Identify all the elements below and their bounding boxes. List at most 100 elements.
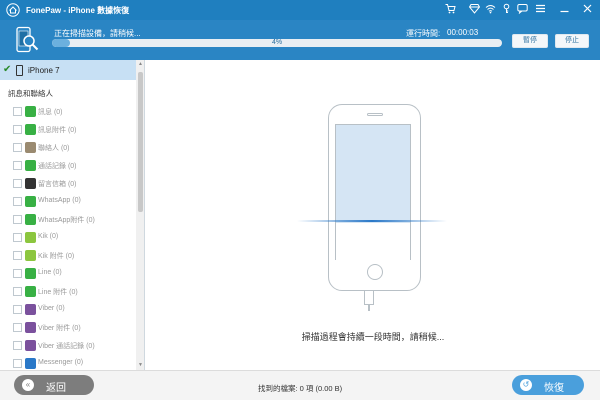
cart-icon[interactable] xyxy=(444,3,457,16)
scan-main-area: 掃描過程會持續一段時間，請稍候... xyxy=(146,60,600,370)
category-checkbox[interactable] xyxy=(13,215,22,224)
scan-progress-header: 正在掃描設備，請稍候... 運行時間: 00:00:03 4% 暫停 停止 xyxy=(0,20,600,60)
category-checkbox[interactable] xyxy=(13,341,22,350)
line-attachment-icon xyxy=(25,286,36,297)
category-checkbox[interactable] xyxy=(13,305,22,314)
runtime-value: 00:00:03 xyxy=(447,28,479,37)
category-item[interactable]: 聯絡人 (0) xyxy=(13,141,135,155)
category-label: Line 附件 (0) xyxy=(38,289,78,296)
category-item[interactable]: 訊息 (0) xyxy=(13,105,135,119)
category-label: Viber 附件 (0) xyxy=(38,325,81,332)
phone-speaker xyxy=(367,113,383,116)
category-label: WhatsApp附件 (0) xyxy=(38,217,95,224)
category-item[interactable]: 留言信箱 (0) xyxy=(13,177,135,191)
category-label: WhatsApp (0) xyxy=(38,197,81,204)
viber-attachment-icon xyxy=(25,322,36,333)
phone-icon xyxy=(25,160,36,171)
close-icon[interactable] xyxy=(581,3,594,16)
viber-calls-icon xyxy=(25,340,36,351)
whatsapp-icon xyxy=(25,196,36,207)
category-checkbox[interactable] xyxy=(13,125,22,134)
scroll-down-icon[interactable]: ▼ xyxy=(137,362,144,368)
phone-screen xyxy=(335,124,411,261)
iphone-icon xyxy=(16,65,23,76)
category-item[interactable]: Viber 通話記錄 (0) xyxy=(13,339,135,353)
window-title: FonePaw - iPhone 數據恢復 xyxy=(26,6,130,15)
device-row[interactable]: ✔ iPhone 7 xyxy=(0,60,136,80)
phone-home-button xyxy=(367,264,383,280)
category-label: Messenger (0) xyxy=(38,359,84,366)
category-label: Kik (0) xyxy=(38,233,59,240)
back-arrow-icon: « xyxy=(22,379,34,391)
category-item[interactable]: Viber (0) xyxy=(13,303,135,317)
scrollbar-thumb[interactable] xyxy=(138,72,143,212)
category-label: Viber (0) xyxy=(38,305,65,312)
scan-status-text: 正在掃描設備，請稍候... xyxy=(54,29,141,38)
message-icon xyxy=(25,106,36,117)
category-label: 訊息 (0) xyxy=(38,109,63,116)
title-bar: FonePaw - iPhone 數據恢復 xyxy=(0,0,600,20)
messenger-icon xyxy=(25,358,36,369)
chat-icon[interactable] xyxy=(516,3,529,16)
category-label: Viber 通話記錄 (0) xyxy=(38,343,95,350)
category-checkbox[interactable] xyxy=(13,251,22,260)
category-item[interactable]: 訊息附件 (0) xyxy=(13,123,135,137)
category-item[interactable]: Line (0) xyxy=(13,267,135,281)
recover-button-label: 恢復 xyxy=(544,383,564,394)
category-label: 訊息附件 (0) xyxy=(38,127,77,134)
recover-button[interactable]: ↺ 恢復 xyxy=(512,375,584,395)
message-attachment-icon xyxy=(25,124,36,135)
category-checkbox[interactable] xyxy=(13,161,22,170)
cable-wire xyxy=(368,305,370,311)
category-checkbox[interactable] xyxy=(13,359,22,368)
footer-bar: « 返回 找到的檔案: 0 項 (0.00 B) ↺ 恢復 xyxy=(0,370,600,400)
category-sidebar: ✔ iPhone 7 訊息和聯絡人 訊息 (0) 訊息附件 (0) 聯絡人 (0) 通… xyxy=(0,60,145,370)
back-button[interactable]: « 返回 xyxy=(14,375,94,395)
kik-attachment-icon xyxy=(25,250,36,261)
contacts-icon xyxy=(25,142,36,153)
recover-icon: ↺ xyxy=(520,379,532,391)
device-name: iPhone 7 xyxy=(28,66,60,75)
diamond-icon[interactable] xyxy=(468,3,481,16)
device-checkbox[interactable]: ✔ xyxy=(3,65,13,75)
back-button-label: 返回 xyxy=(46,383,66,394)
category-checkbox[interactable] xyxy=(13,323,22,332)
whatsapp-attachment-icon xyxy=(25,214,36,225)
category-label: Line (0) xyxy=(38,269,62,276)
category-checkbox[interactable] xyxy=(13,197,22,206)
category-checkbox[interactable] xyxy=(13,107,22,116)
key-icon[interactable] xyxy=(500,3,513,16)
scan-wait-message: 掃描過程會持續一段時間，請稍候... xyxy=(301,332,445,342)
category-checkbox[interactable] xyxy=(13,233,22,242)
stop-button[interactable]: 停止 xyxy=(555,34,589,48)
sidebar-scrollbar[interactable]: ▲ ▼ xyxy=(136,60,144,370)
category-item[interactable]: Kik (0) xyxy=(13,231,135,245)
category-item[interactable]: Messenger (0) xyxy=(13,357,135,370)
pause-button[interactable]: 暫停 xyxy=(512,34,548,48)
category-item[interactable]: WhatsApp附件 (0) xyxy=(13,213,135,227)
category-label: Kik 附件 (0) xyxy=(38,253,75,260)
category-checkbox[interactable] xyxy=(13,143,22,152)
home-icon[interactable] xyxy=(6,3,20,17)
cable-connector xyxy=(364,291,374,305)
category-checkbox[interactable] xyxy=(13,287,22,296)
category-item[interactable]: Kik 附件 (0) xyxy=(13,249,135,263)
category-item[interactable]: Line 附件 (0) xyxy=(13,285,135,299)
category-item[interactable]: Viber 附件 (0) xyxy=(13,321,135,335)
category-item[interactable]: WhatsApp (0) xyxy=(13,195,135,209)
minimize-icon[interactable] xyxy=(558,3,571,16)
progress-percent: 4% xyxy=(271,39,283,46)
iphone-illustration xyxy=(328,104,421,291)
wifi-icon[interactable] xyxy=(484,3,497,16)
found-files-count: 找到的檔案: 0 項 (0.00 B) xyxy=(258,384,343,393)
category-checkbox[interactable] xyxy=(13,179,22,188)
scroll-up-icon[interactable]: ▲ xyxy=(137,61,144,67)
menu-icon[interactable] xyxy=(534,3,547,16)
kik-icon xyxy=(25,232,36,243)
progress-track: 4% xyxy=(52,39,502,47)
runtime-label: 運行時間: xyxy=(406,29,441,38)
category-checkbox[interactable] xyxy=(13,269,22,278)
section-heading: 訊息和聯絡人 xyxy=(8,89,53,98)
category-label: 通話記錄 (0) xyxy=(38,163,77,170)
category-item[interactable]: 通話記錄 (0) xyxy=(13,159,135,173)
